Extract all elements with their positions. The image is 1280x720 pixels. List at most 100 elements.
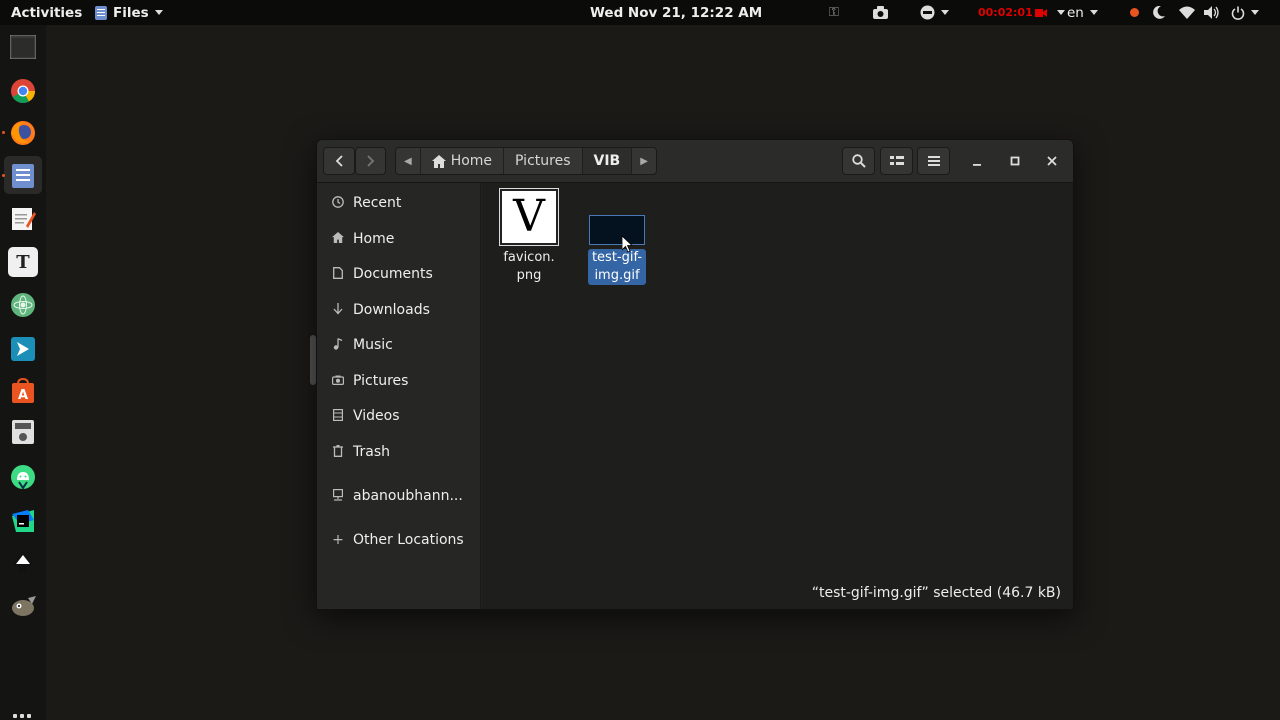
minimize-button[interactable] bbox=[965, 147, 989, 175]
image-thumbnail: V bbox=[499, 188, 559, 246]
inkscape-icon[interactable] bbox=[8, 548, 38, 578]
breadcrumb-scroll-right[interactable]: ▶ bbox=[632, 148, 656, 174]
language-menu[interactable]: en bbox=[1067, 0, 1098, 25]
list-view-icon bbox=[889, 156, 904, 165]
sidebar-item-label: Recent bbox=[353, 195, 402, 211]
sidebar-item-music[interactable]: Music bbox=[317, 330, 481, 360]
sidebar-item-label: Downloads bbox=[353, 302, 430, 318]
android-studio-icon[interactable] bbox=[8, 462, 38, 492]
file-view[interactable]: V favicon. png test-gif- img.gif “test-g… bbox=[482, 183, 1073, 609]
text-editor-icon[interactable] bbox=[8, 204, 38, 234]
plus-icon: + bbox=[332, 532, 344, 548]
mouse-cursor-icon bbox=[622, 236, 633, 253]
atom-icon[interactable] bbox=[8, 290, 38, 320]
breadcrumb-vib[interactable]: VIB bbox=[582, 148, 633, 174]
sidebar-item-label: Videos bbox=[353, 408, 400, 424]
sidebar-item-drive[interactable]: abanoubhann... bbox=[317, 481, 481, 511]
file-name-selected: test-gif- img.gif bbox=[588, 249, 646, 285]
sidebar-item-home[interactable]: Home bbox=[317, 224, 481, 254]
music-icon bbox=[331, 337, 345, 353]
sidebar: Recent Home Documents Downloads Music Pi… bbox=[317, 183, 481, 609]
breadcrumb-pictures[interactable]: Pictures bbox=[504, 148, 583, 174]
sidebar-item-pictures[interactable]: Pictures bbox=[317, 366, 481, 396]
chevron-left-icon bbox=[335, 155, 343, 167]
notification-dot-icon[interactable] bbox=[1130, 0, 1139, 25]
sidebar-item-label: Documents bbox=[353, 266, 433, 282]
dock: T A bbox=[0, 25, 46, 720]
firefox-icon[interactable] bbox=[8, 118, 38, 148]
top-bar: Activities Files Wed Nov 21, 12:22 AM ⚿ … bbox=[0, 0, 1280, 25]
camera-icon bbox=[331, 374, 345, 388]
indicator-menu[interactable] bbox=[920, 0, 949, 25]
sidebar-item-trash[interactable]: Trash bbox=[317, 437, 481, 467]
file-item-favicon[interactable]: V favicon. png bbox=[498, 188, 560, 285]
network-drive-icon bbox=[331, 488, 345, 504]
night-light-moon-icon[interactable] bbox=[1153, 0, 1165, 25]
screenshot-camera-icon[interactable] bbox=[873, 0, 888, 25]
language-label: en bbox=[1067, 4, 1084, 21]
gimp-icon[interactable] bbox=[8, 591, 38, 621]
wifi-icon[interactable] bbox=[1179, 0, 1195, 25]
breadcrumb-label: Home bbox=[450, 153, 493, 169]
document-icon bbox=[331, 266, 345, 282]
code-editor-icon[interactable] bbox=[8, 334, 38, 364]
menu-button[interactable] bbox=[917, 147, 950, 175]
typora-icon[interactable]: T bbox=[8, 247, 38, 277]
download-icon bbox=[331, 302, 345, 318]
chevron-down-icon bbox=[154, 10, 163, 15]
sidebar-item-label: Home bbox=[353, 231, 395, 247]
home-icon bbox=[331, 232, 345, 246]
view-toggle-button[interactable] bbox=[880, 147, 913, 175]
sidebar-item-recent[interactable]: Recent bbox=[317, 188, 481, 218]
sidebar-item-label: Pictures bbox=[353, 373, 409, 389]
sidebar-item-downloads[interactable]: Downloads bbox=[317, 295, 481, 325]
activities-button[interactable]: Activities bbox=[11, 0, 82, 25]
files-icon[interactable] bbox=[4, 156, 42, 194]
sidebar-item-label: Music bbox=[353, 337, 393, 353]
sidebar-item-documents[interactable]: Documents bbox=[317, 259, 481, 289]
close-icon bbox=[1047, 156, 1057, 166]
recording-time: 00:02:01 bbox=[978, 6, 1033, 19]
accessibility-icon[interactable]: ⚿ bbox=[829, 0, 839, 25]
running-indicator bbox=[2, 174, 5, 177]
breadcrumb: ◀ Home Pictures VIB ▶ bbox=[395, 147, 657, 175]
app-menu[interactable]: Files bbox=[95, 0, 163, 25]
chevron-down-icon bbox=[1089, 10, 1098, 15]
show-applications-icon[interactable] bbox=[13, 714, 33, 720]
record-camera-icon bbox=[1034, 9, 1047, 17]
sidebar-item-videos[interactable]: Videos bbox=[317, 401, 481, 431]
svg-text:A: A bbox=[18, 388, 28, 403]
sound-recorder-icon[interactable] bbox=[8, 417, 38, 447]
pycharm-icon[interactable] bbox=[8, 506, 38, 536]
close-button[interactable] bbox=[1040, 147, 1064, 175]
gif-thumbnail bbox=[589, 215, 645, 245]
sidebar-item-other-locations[interactable]: + Other Locations bbox=[317, 525, 481, 555]
breadcrumb-home[interactable]: Home bbox=[421, 148, 505, 174]
maximize-button[interactable] bbox=[1003, 147, 1027, 175]
power-icon bbox=[1231, 6, 1245, 20]
trash-icon bbox=[331, 444, 345, 460]
clock[interactable]: Wed Nov 21, 12:22 AM bbox=[590, 0, 762, 25]
maximize-icon bbox=[1010, 156, 1020, 166]
chevron-down-icon bbox=[1056, 10, 1065, 15]
header-bar: ◀ Home Pictures VIB ▶ bbox=[317, 140, 1073, 183]
file-name: favicon. png bbox=[503, 250, 555, 283]
ubuntu-software-icon[interactable]: A bbox=[8, 376, 38, 406]
file-item-test-gif[interactable]: test-gif- img.gif bbox=[586, 215, 648, 285]
system-menu[interactable] bbox=[1231, 0, 1259, 25]
search-button[interactable] bbox=[842, 147, 875, 175]
sidebar-item-label: Trash bbox=[353, 444, 390, 460]
sidebar-item-label: Other Locations bbox=[353, 532, 464, 548]
breadcrumb-scroll-left[interactable]: ◀ bbox=[396, 148, 421, 174]
running-indicator bbox=[2, 131, 5, 134]
back-button[interactable] bbox=[323, 147, 355, 175]
volume-icon[interactable] bbox=[1204, 0, 1220, 25]
chrome-icon[interactable] bbox=[8, 76, 38, 106]
hamburger-icon bbox=[927, 156, 940, 166]
forward-button[interactable] bbox=[355, 147, 386, 175]
home-icon bbox=[431, 154, 446, 168]
recording-indicator[interactable]: 00:02:01 bbox=[978, 0, 1065, 25]
app-menu-label: Files bbox=[113, 4, 149, 21]
minimize-icon bbox=[973, 164, 981, 166]
terminal-icon[interactable] bbox=[8, 32, 38, 62]
